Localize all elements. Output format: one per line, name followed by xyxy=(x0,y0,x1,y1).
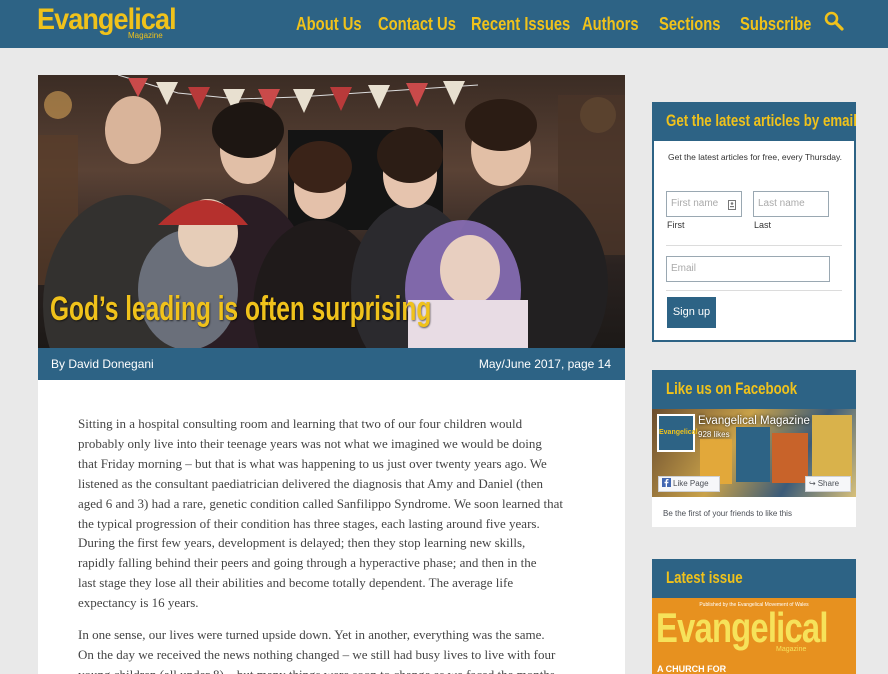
email-widget-heading: Get the latest articles by email xyxy=(652,102,857,141)
latest-issue-cover[interactable]: Published by the Evangelical Movement of… xyxy=(652,598,856,674)
article-hero-image: God’s leading is often surprising xyxy=(38,75,625,348)
sign-up-button[interactable]: Sign up xyxy=(667,297,716,328)
search-icon[interactable] xyxy=(824,11,844,31)
facebook-widget-title: Like us on Facebook xyxy=(666,379,798,398)
facebook-widget-heading: Like us on Facebook xyxy=(652,370,856,409)
article-title: God’s leading is often surprising xyxy=(50,290,432,328)
nav-item-subscribe[interactable]: Subscribe xyxy=(740,12,811,36)
cover-title: Evangelical xyxy=(656,604,828,651)
line: that Friday morning – but that is what w… xyxy=(78,455,547,471)
nav-item-sections[interactable]: Sections xyxy=(659,12,721,36)
facebook-share-button[interactable]: ↪ Share xyxy=(805,476,851,492)
main-nav: About Us Contact Us Recent Issues Author… xyxy=(0,12,888,36)
line: expectancy is 16 years. xyxy=(78,595,199,611)
facebook-friends-text: Be the first of your friends to like thi… xyxy=(663,509,792,518)
first-label: First xyxy=(667,220,685,230)
facebook-like-count: 928 likes xyxy=(698,430,730,439)
last-label: Last xyxy=(754,220,772,230)
article-paragraph-1: Sitting in a hospital consulting room an… xyxy=(78,414,588,613)
nav-item-about-us[interactable]: About Us xyxy=(296,12,362,36)
line: probably only live into their teenage ye… xyxy=(78,435,542,451)
contact-card-icon xyxy=(728,200,736,210)
first-name-placeholder: First name xyxy=(671,198,719,209)
line: aged 6 and 3) had a rare, genetic condit… xyxy=(78,495,563,511)
site-header: Evangelical Magazine About Us Contact Us… xyxy=(0,0,888,48)
line: On the day we received the news nothing … xyxy=(78,646,556,662)
share-icon: ↪ xyxy=(809,479,816,488)
email-widget-description: Get the latest articles for free, every … xyxy=(668,152,843,162)
nav-item-recent-issues[interactable]: Recent Issues xyxy=(471,12,570,36)
facebook-page-name[interactable]: Evangelical Magazine xyxy=(698,415,810,427)
article-author[interactable]: By David Donegani xyxy=(51,357,154,371)
facebook-cover-image: Evangelical Evangelical Magazine 928 lik… xyxy=(652,409,856,497)
divider xyxy=(666,290,842,291)
email-widget-title: Get the latest articles by email xyxy=(666,111,857,130)
nav-item-authors[interactable]: Authors xyxy=(582,12,639,36)
latest-issue-title: Latest issue xyxy=(666,568,743,587)
line: young children (all under 8) – but many … xyxy=(78,665,588,674)
line: Sitting in a hospital consulting room an… xyxy=(78,416,523,431)
cover-subtitle: Magazine xyxy=(776,646,807,653)
nav-item-contact-us[interactable]: Contact Us xyxy=(378,12,456,36)
divider xyxy=(666,245,842,246)
first-name-input[interactable]: First name xyxy=(666,191,742,217)
email-placeholder: Email xyxy=(671,263,697,274)
email-input[interactable]: Email xyxy=(666,256,830,282)
line: rapidly falling behind their peers and g… xyxy=(78,555,537,571)
line: In one sense, our lives were turned upsi… xyxy=(78,627,545,642)
cover-tagline: A CHURCH FOR xyxy=(657,664,727,674)
line: During the first few years, development … xyxy=(78,535,526,551)
facebook-page-thumbnail[interactable]: Evangelical xyxy=(657,414,698,452)
latest-issue-heading: Latest issue xyxy=(652,559,856,598)
last-name-placeholder: Last name xyxy=(758,198,805,209)
facebook-f-icon xyxy=(662,478,671,487)
article-meta-bar: By David Donegani May/June 2017, page 14 xyxy=(38,348,625,380)
article-body: Sitting in a hospital consulting room an… xyxy=(38,380,625,674)
facebook-share-label: Share xyxy=(817,479,840,488)
facebook-page-plugin: Evangelical Evangelical Magazine 928 lik… xyxy=(652,409,856,527)
article-paragraph-2: In one sense, our lives were turned upsi… xyxy=(78,625,588,674)
line: listened as the consultant paediatrician… xyxy=(78,475,543,491)
facebook-like-button[interactable]: Like Page xyxy=(658,476,720,492)
last-name-input[interactable]: Last name xyxy=(753,191,829,217)
line: the typical progression of their conditi… xyxy=(78,515,540,531)
line: last stage they lose all their abilities… xyxy=(78,575,514,591)
article-issue[interactable]: May/June 2017, page 14 xyxy=(479,357,611,371)
facebook-like-label: Like Page xyxy=(673,479,709,488)
